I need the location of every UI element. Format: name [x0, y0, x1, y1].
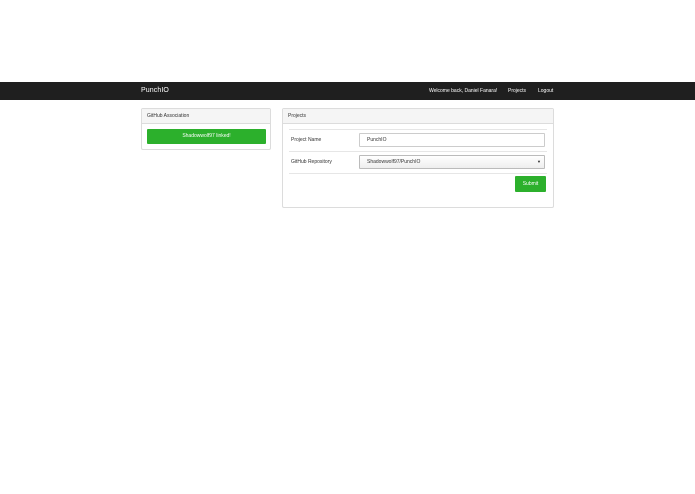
form-divider	[289, 129, 547, 130]
top-navbar: PunchIO Welcome back, Daniel Fanara! Pro…	[0, 82, 695, 100]
github-repository-select[interactable]: Shadowwolf97/PunchIO ▼	[359, 155, 545, 169]
project-name-input[interactable]: PunchIO	[359, 133, 545, 147]
github-repository-selected: Shadowwolf97/PunchIO	[367, 159, 421, 165]
brand-link[interactable]: PunchIO	[141, 82, 169, 100]
form-divider	[289, 151, 547, 152]
welcome-link[interactable]: Welcome back, Daniel Fanara!	[429, 82, 497, 100]
github-linked-button[interactable]: Shadowwolf97 linked!	[147, 129, 266, 144]
form-divider	[289, 173, 547, 174]
github-association-panel: GitHub Association Shadowwolf97 linked!	[141, 108, 271, 150]
project-name-label: Project Name	[291, 137, 322, 143]
github-repository-label: GitHub Repository	[291, 159, 332, 165]
chevron-down-icon: ▼	[537, 159, 541, 164]
projects-panel: Projects Project Name PunchIO GitHub Rep…	[282, 108, 554, 208]
projects-panel-heading: Projects	[283, 109, 553, 124]
logout-link[interactable]: Logout	[538, 82, 553, 100]
github-panel-heading: GitHub Association	[142, 109, 270, 124]
projects-link[interactable]: Projects	[508, 82, 526, 100]
submit-button[interactable]: Submit	[515, 176, 546, 192]
